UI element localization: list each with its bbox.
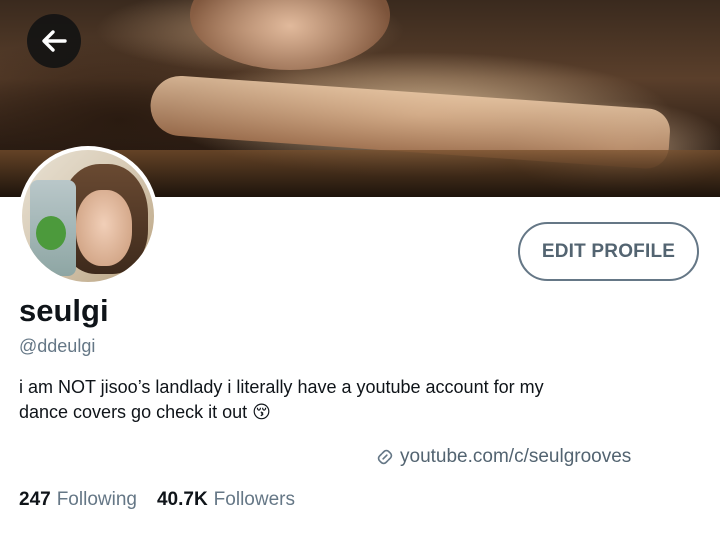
website-link[interactable]: youtube.com/c/seulgrooves: [374, 446, 631, 468]
bio-line-1: i am NOT jisoo’s landlady i literally ha…: [19, 377, 544, 397]
following-label: Following: [56, 489, 137, 510]
following-count: 247: [19, 489, 51, 510]
avatar[interactable]: [18, 146, 158, 286]
followers-count: 40.7K: [156, 489, 208, 510]
followers-link[interactable]: 40.7K Followers: [157, 489, 295, 511]
edit-profile-button[interactable]: EDIT PROFILE: [518, 222, 699, 281]
display-name: seulgi: [19, 293, 109, 328]
arrow-left-icon: [42, 30, 67, 52]
followers-label: Followers: [213, 489, 295, 510]
avatar-face-shape: [76, 190, 132, 266]
following-link[interactable]: 247 Following: [19, 489, 137, 511]
avatar-sticker-shape: [36, 216, 66, 250]
back-button[interactable]: [27, 14, 81, 68]
banner-face-shape: [190, 0, 390, 70]
profile-bio: i am NOT jisoo’s landlady i literally ha…: [19, 375, 659, 425]
link-icon: [377, 449, 393, 465]
follow-stats: 247 Following 40.7K Followers: [19, 489, 295, 511]
user-handle: @ddeulgi: [19, 336, 96, 356]
bio-line-2-text: dance covers go check it out: [19, 402, 248, 422]
website-url: youtube.com/c/seulgrooves: [400, 446, 632, 467]
bio-line-2: dance covers go check it out 😚: [19, 400, 659, 425]
kissing-emoji: 😚: [252, 402, 271, 423]
